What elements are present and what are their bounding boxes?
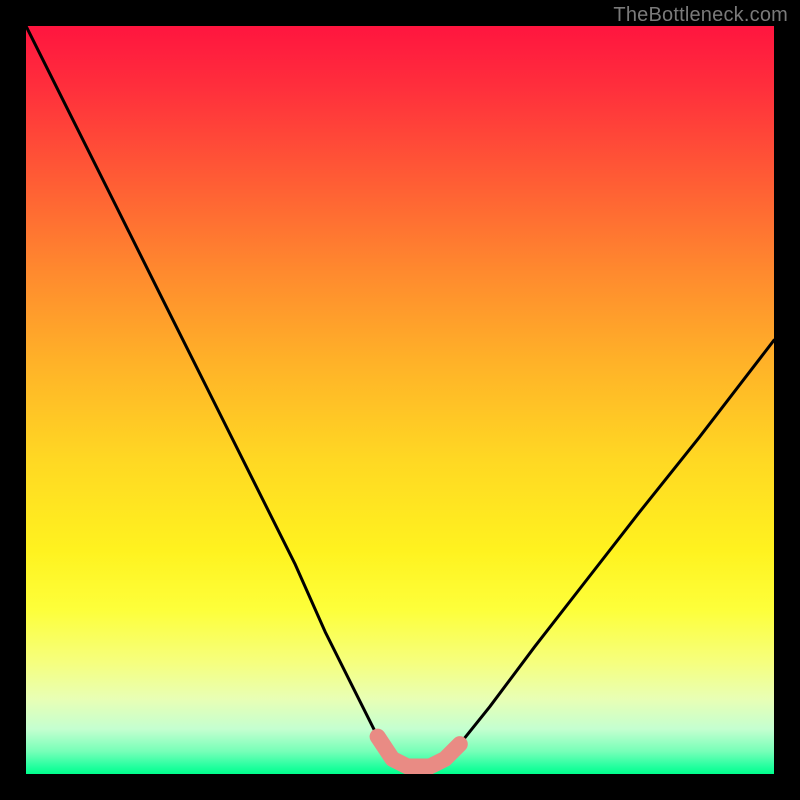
- bottleneck-curve: [26, 26, 774, 767]
- plot-area: [26, 26, 774, 774]
- optimal-range-highlight: [378, 737, 460, 767]
- optimal-start-marker: [371, 730, 385, 744]
- watermark: TheBottleneck.com: [613, 4, 788, 27]
- chart-frame: TheBottleneck.com: [0, 0, 800, 800]
- curve-layer: [26, 26, 774, 774]
